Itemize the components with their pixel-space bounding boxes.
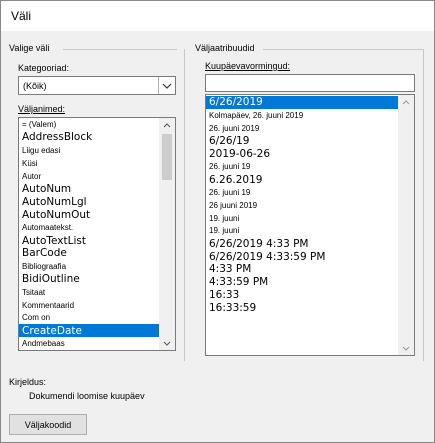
date-formats-items: 6/26/2019 Kolmapäev, 26. juuni 2019 26. ju… [206, 95, 398, 355]
categories-value: (Kõik) [23, 81, 47, 91]
field-name-item[interactable]: AutoNum [19, 183, 159, 196]
date-format-item[interactable]: 4:33 PM [206, 263, 398, 276]
field-name-item[interactable]: = (Valem) [19, 118, 159, 131]
field-name-item[interactable]: Bibliograafia [19, 260, 159, 273]
description-text: Dokumendi loomise kuupäev [29, 391, 145, 401]
dialog-title: Väli [11, 9, 32, 23]
field-name-item[interactable]: AutoNumLgl [19, 195, 159, 208]
scroll-up-arrow-icon[interactable] [159, 118, 175, 132]
choose-field-group-label: Valige väli [9, 43, 50, 53]
field-dialog: Väli Valige väli Kategooriad: (Kõik) Väl… [0, 0, 435, 443]
field-names-label: Väljanimed: [18, 104, 66, 114]
date-format-item[interactable]: 6/26/2019 4:33:59 PM [206, 250, 398, 263]
categories-combobox[interactable]: (Kõik) [18, 76, 176, 95]
scroll-down-arrow-icon[interactable] [159, 336, 175, 350]
scroll-down-arrow-icon[interactable] [398, 341, 414, 355]
date-format-item[interactable]: 16:33 [206, 289, 398, 302]
date-format-item[interactable]: 4:33:59 PM [206, 276, 398, 289]
field-name-item[interactable]: Küsi [19, 157, 159, 170]
date-format-item[interactable]: 26. juuni 19 [206, 186, 398, 199]
date-format-item[interactable]: 6/26/2019 [206, 96, 398, 109]
field-name-item[interactable]: Com on [19, 312, 159, 325]
date-format-item[interactable]: Kolmapäev, 26. juuni 2019 [206, 109, 398, 122]
field-name-item[interactable]: AutoNumOut [19, 208, 159, 221]
date-format-item[interactable]: 16:33:59 [206, 302, 398, 315]
title-bar: Väli [1, 1, 434, 31]
group-divider [263, 49, 423, 50]
date-format-item[interactable]: 6/26/2019 4:33 PM [206, 237, 398, 250]
date-formats-label: Kuupäevavormingud: [205, 61, 291, 71]
date-format-item[interactable]: 19. juuni [206, 212, 398, 225]
scroll-up-arrow-icon[interactable] [398, 95, 414, 109]
date-format-item[interactable]: 6.26.2019 [206, 173, 398, 186]
field-name-item[interactable]: Kommentaarid [19, 299, 159, 312]
date-format-item[interactable]: 6/26/19 [206, 135, 398, 148]
field-names-scrollbar[interactable] [159, 118, 175, 350]
date-format-item[interactable]: 2019-06-26 [206, 147, 398, 160]
field-name-item[interactable]: Andmebaas [19, 337, 159, 350]
field-name-item[interactable]: AutoTextList [19, 234, 159, 247]
date-formats-scrollbar[interactable] [398, 95, 414, 355]
date-format-item[interactable]: 19. juuni [206, 225, 398, 238]
field-properties-group-label: Väljaatribuudid [195, 43, 255, 53]
description-label: Kirjeldus: [9, 377, 47, 387]
date-format-input[interactable] [205, 74, 415, 92]
scroll-thumb[interactable] [162, 134, 172, 180]
field-names-items: = (Valem) AddressBlock Liigu edasi Küsi Auto… [19, 118, 159, 350]
date-format-item[interactable]: 26. juuni 19 [206, 160, 398, 173]
chevron-down-icon[interactable] [158, 77, 175, 94]
group-divider [63, 49, 177, 50]
date-format-item[interactable]: 26. juuni 2019 [206, 122, 398, 135]
field-name-item[interactable]: Tsitaat [19, 286, 159, 299]
field-names-list[interactable]: = (Valem) AddressBlock Liigu edasi Küsi Auto… [18, 117, 176, 351]
field-name-item[interactable]: Autor [19, 170, 159, 183]
field-name-item[interactable]: Liigu edasi [19, 144, 159, 157]
categories-label: Kategooriad: [18, 63, 70, 73]
field-name-item[interactable]: BarCode [19, 247, 159, 260]
field-name-item[interactable]: CreateDate [19, 324, 159, 338]
vertical-separator [423, 49, 424, 361]
date-formats-list[interactable]: 6/26/2019 Kolmapäev, 26. juuni 2019 26. ju… [205, 94, 415, 356]
vertical-separator [184, 49, 185, 361]
date-format-item[interactable]: 26 juuni 2019 [206, 199, 398, 212]
field-name-item[interactable]: BidiOutline [19, 273, 159, 286]
field-codes-button[interactable]: Väljakoodid [9, 414, 87, 435]
field-name-item[interactable]: AddressBlock [19, 131, 159, 144]
field-name-item[interactable]: Automaatekst. [19, 221, 159, 234]
